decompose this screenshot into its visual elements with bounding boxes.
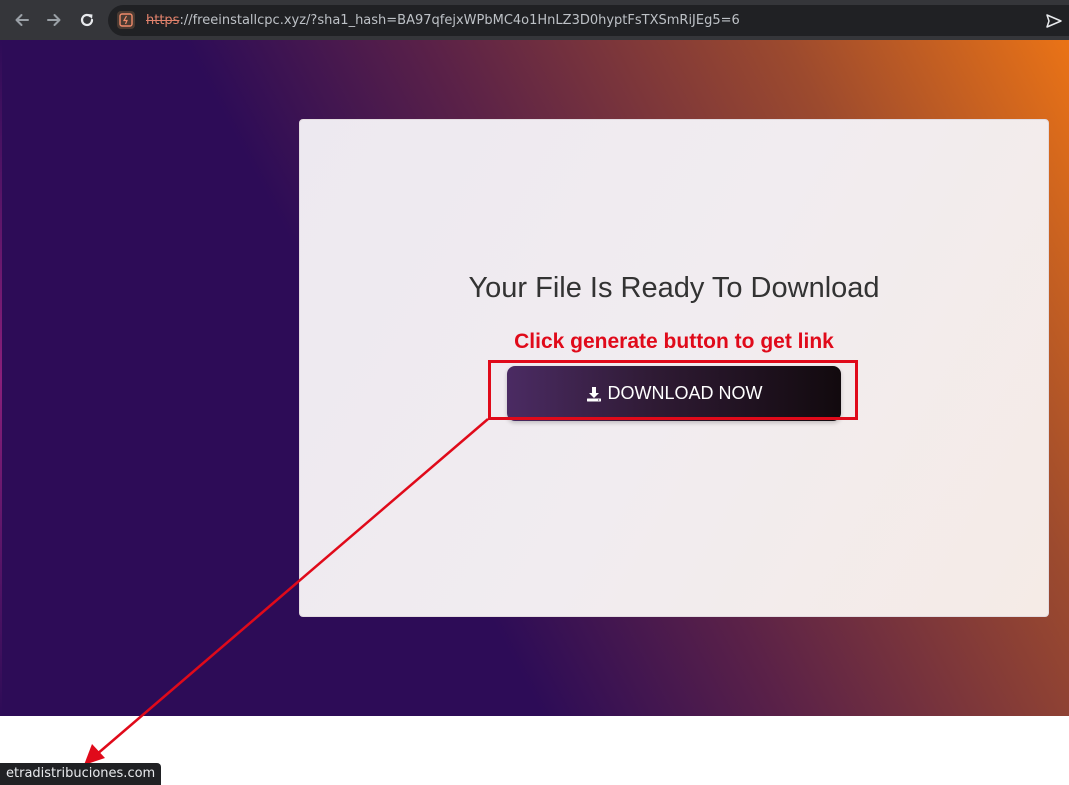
url-scheme: https [146, 13, 180, 28]
send-icon[interactable] [1045, 12, 1063, 30]
reload-button[interactable] [75, 8, 99, 32]
back-button[interactable] [10, 8, 34, 32]
link-status-bubble: etradistribuciones.com [0, 763, 162, 785]
site-info-icon[interactable] [117, 11, 135, 29]
reload-icon [80, 13, 94, 27]
arrow-left-icon [15, 14, 29, 26]
forward-button[interactable] [42, 8, 66, 32]
url-path: ://freeinstallcpc.xyz/?sha1_hash=BA97qfe… [179, 13, 740, 28]
annotation-highlight-box [488, 360, 858, 420]
browser-toolbar: https://freeinstallcpc.xyz/?sha1_hash=BA… [0, 0, 1069, 40]
left-edge-strip [0, 40, 2, 716]
annotation-text: Click generate button to get link [514, 330, 834, 353]
card-title: Your File Is Ready To Download [468, 272, 880, 304]
arrow-right-icon [47, 14, 61, 26]
url-text[interactable]: https://freeinstallcpc.xyz/?sha1_hash=BA… [146, 13, 740, 28]
address-bar[interactable]: https://freeinstallcpc.xyz/?sha1_hash=BA… [108, 5, 1069, 36]
